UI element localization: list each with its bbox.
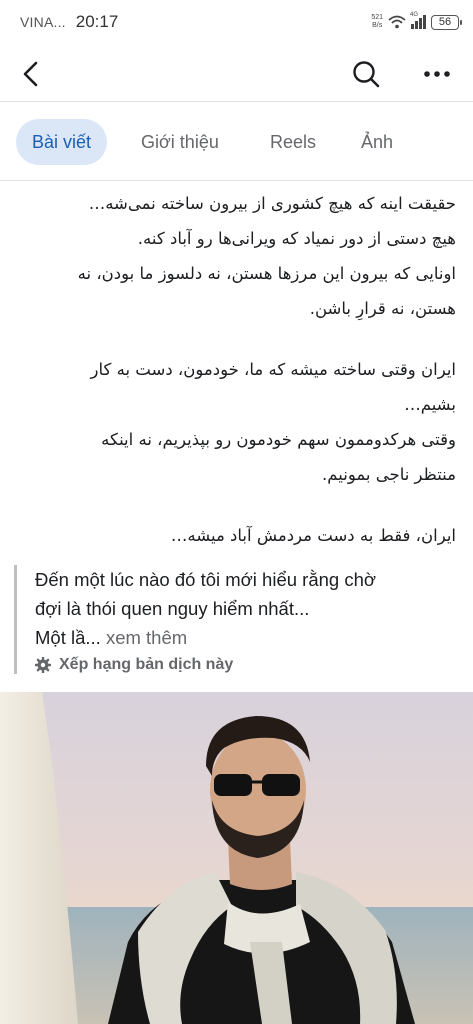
post-line: حقیقت اینه که هیچ کشوری از بیرون ساخته ن… xyxy=(88,194,456,213)
signal-icon: 4G xyxy=(410,12,426,29)
post-paragraph: حقیقت اینه که هیچ کشوری از بیرون ساخته ن… xyxy=(16,186,456,326)
post-line: منتظر ناجی بمونیم. xyxy=(322,465,456,484)
rate-translation-button[interactable]: Xếp hạng bản dịch này xyxy=(35,656,454,674)
chevron-left-icon xyxy=(23,61,38,87)
translation-block: Đến một lúc nào đó tôi mới hiểu rằng chờ… xyxy=(14,565,454,674)
post-line: هیچ دستی از دور نمیاد که ویرانی‌ها رو آب… xyxy=(137,229,456,248)
translation-text: Đến một lúc nào đó tôi mới hiểu rằng chờ… xyxy=(35,569,376,648)
photo-image xyxy=(0,692,473,1024)
status-bar: VINA... 20:17 521 B/s 4G 56 xyxy=(0,0,473,44)
profile-tabs: Bài viết Giới thiệu Reels Ảnh xyxy=(0,103,473,181)
tab-posts[interactable]: Bài viết xyxy=(16,119,108,165)
more-dots-icon xyxy=(424,71,450,77)
gear-icon xyxy=(35,657,51,673)
back-button[interactable] xyxy=(16,58,48,90)
search-button[interactable] xyxy=(350,58,382,90)
search-icon xyxy=(353,61,380,88)
rate-translation-label: Xếp hạng bản dịch này xyxy=(59,656,234,673)
post-paragraph: ایران، فقط به دست مردمش آباد میشه… xyxy=(16,518,456,553)
post-line: بشیم… xyxy=(404,395,456,414)
post-line: ایران وقتی ساخته میشه که ما، خودمون، دست… xyxy=(90,360,456,379)
post-body: حقیقت اینه که هیچ کشوری از بیرون ساخته ن… xyxy=(16,186,456,553)
see-more-link[interactable]: xem thêm xyxy=(106,627,187,648)
post-paragraph: ایران وقتی ساخته میشه که ما، خودمون، دست… xyxy=(16,352,456,492)
post-line: ایران، فقط به دست مردمش آباد میشه… xyxy=(170,526,456,545)
post-photo[interactable] xyxy=(0,692,473,1024)
status-time: 20:17 xyxy=(75,12,119,31)
post-line: وقتی هرکدوممون سهم خودمون رو بپذیریم، نه… xyxy=(101,430,456,449)
battery-level: 56 xyxy=(438,16,452,28)
battery-icon: 56 xyxy=(431,14,462,30)
post-line: هستن، نه قرارِ باشن. xyxy=(309,299,456,318)
top-nav-bar xyxy=(0,44,473,102)
carrier-name: VINA... xyxy=(20,14,66,30)
tab-about[interactable]: Giới thiệu xyxy=(141,119,219,165)
tab-photos[interactable]: Ảnh xyxy=(361,119,393,165)
more-options-button[interactable] xyxy=(420,58,454,90)
tab-reels[interactable]: Reels xyxy=(270,119,316,165)
post-line: اونایی که بیرون این مرزها هستن، نه دلسوز… xyxy=(77,264,456,283)
net-speed: 521 B/s xyxy=(371,14,383,29)
wifi-icon xyxy=(388,15,406,29)
